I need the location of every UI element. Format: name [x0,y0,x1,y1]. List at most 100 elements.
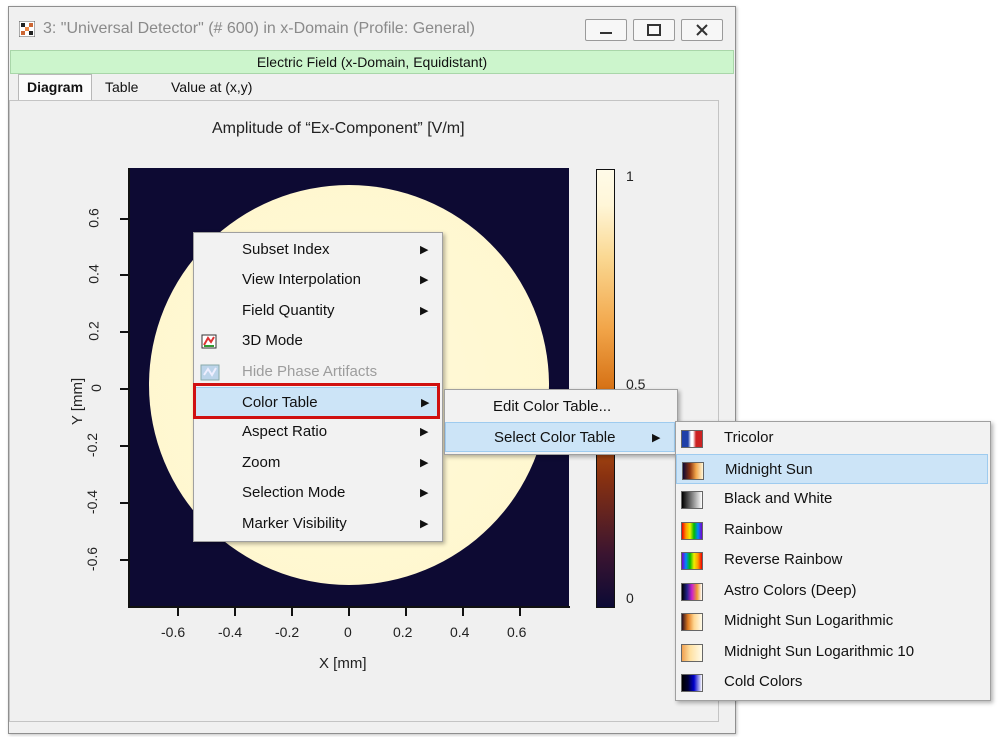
x-tick-label: 0 [344,624,352,640]
x-tick-mark [291,608,293,616]
color-table-option-midnight-sun-logarithmic[interactable]: Midnight Sun Logarithmic [676,606,988,636]
context-menu-item-subset-index[interactable]: Subset Index ▶ [194,235,440,265]
color-table-menu-item-label: Select Color Table [494,429,616,446]
tab-table-label: Table [105,79,139,95]
context-menu-item-3d-mode[interactable]: 3D Mode [194,326,440,356]
context-menu-item-view-interpolation[interactable]: View Interpolation ▶ [194,265,440,295]
y-tick-mark [120,559,128,561]
context-menu-item-label: 3D Mode [242,332,303,350]
midnight-sun-logarithmic-10-swatch-icon [681,643,703,662]
y-axis-line [128,168,130,608]
x-tick-mark [177,608,179,616]
window-title: 3: "Universal Detector" (# 600) in x-Dom… [43,20,475,37]
x-tick-mark [234,608,236,616]
y-tick-mark [120,218,128,220]
context-menu-item-label: Zoom [242,453,281,471]
annotation-highlight-box [193,383,440,419]
title-bar[interactable]: 3: "Universal Detector" (# 600) in x-Dom… [9,7,735,49]
field-subtitle: Electric Field (x-Domain, Equidistant) [10,50,734,74]
context-menu-item-label: Selection Mode [242,484,346,502]
x-tick-mark [519,608,521,616]
y-tick-mark [120,502,128,504]
color-table-option-label: Black and White [724,490,833,507]
y-axis-label: Y [mm] [69,377,87,426]
maximize-icon [647,24,661,36]
color-table-option-midnight-sun[interactable]: Midnight Sun [676,453,988,484]
x-tick-label: 0.6 [507,624,527,640]
color-table-option-label: Cold Colors [724,673,803,690]
colorbar-label-max: 1 [626,168,634,184]
y-tick-label: 0.6 [85,208,102,228]
submenu-arrow-icon: ▶ [420,304,429,317]
context-menu-item-label: View Interpolation [242,271,361,289]
tab-value-at-xy[interactable]: Value at (x,y) [163,74,260,100]
midnight-sun-swatch-icon [682,461,704,480]
y-tick-label: 0.4 [85,264,102,284]
colorbar-label-min: 0 [626,590,634,606]
color-table-option-label: Rainbow [724,520,783,538]
context-menu-item-aspect-ratio[interactable]: Aspect Ratio ▶ [194,417,440,447]
x-tick-label: 0.2 [393,624,413,640]
color-table-option-label: Midnight Sun Logarithmic 10 [724,642,915,660]
submenu-arrow-icon: ▶ [652,432,661,444]
phase-artifacts-icon [200,364,220,381]
y-tick-label: -0.4 [84,489,101,515]
context-menu-item-zoom[interactable]: Zoom ▶ [194,448,440,478]
tab-diagram[interactable]: Diagram [18,74,93,100]
astro-colors-deep-swatch-icon [681,582,703,601]
color-table-option-rainbow[interactable]: Rainbow [676,515,988,545]
y-tick-mark [120,331,128,333]
context-menu-item-selection-mode[interactable]: Selection Mode ▶ [194,478,440,508]
color-table-option-black-and-white[interactable]: Black and White [676,484,988,514]
color-table-option-label: Midnight Sun Logarithmic [724,612,894,629]
submenu-arrow-icon: ▶ [420,426,429,439]
context-menu-item-marker-visibility[interactable]: Marker Visibility ▶ [194,509,440,539]
color-table-option-midnight-sun-logarithmic-10[interactable]: Midnight Sun Logarithmic 10 [676,637,988,667]
midnight-sun-logarithmic-swatch-icon [681,613,703,631]
x-tick-mark [462,608,464,616]
x-tick-mark [405,608,407,616]
maximize-button[interactable] [633,19,675,41]
tab-table[interactable]: Table [97,74,146,100]
color-table-menu-item-label: Edit Color Table... [493,398,612,415]
color-table-option-astro-colors-deep[interactable]: Astro Colors (Deep) [676,576,988,606]
submenu-arrow-icon: ▶ [420,244,429,256]
select-color-table-submenu: Tricolor Midnight Sun Black and White Rainb… [675,421,991,701]
plot-title: Amplitude of “Ex-Component” [V/m] [212,120,465,137]
tab-value-label: Value at (x,y) [171,79,253,95]
y-tick-label: 0.2 [85,321,102,341]
submenu-arrow-icon: ▶ [420,456,429,469]
x-tick-mark [348,608,350,616]
x-tick-label: 0.4 [450,624,470,640]
close-icon [696,24,708,36]
tricolor-swatch-icon [681,430,703,448]
black-and-white-swatch-icon [681,491,703,509]
y-tick-mark [120,388,128,390]
cold-colors-swatch-icon [681,674,703,692]
color-table-menu-item-edit-color-table[interactable]: Edit Color Table... [445,392,675,422]
tab-diagram-label: Diagram [27,79,84,95]
context-menu-item-label: Marker Visibility [242,514,347,532]
color-table-menu-item-select-color-table[interactable]: Select Color Table ▶ [445,422,675,452]
color-table-option-tricolor[interactable]: Tricolor [676,423,988,453]
context-menu-item-label: Field Quantity [242,301,335,319]
x-tick-label: -0.6 [161,624,186,640]
rainbow-swatch-icon [681,521,703,540]
context-menu-item-field-quantity[interactable]: Field Quantity ▶ [194,296,440,326]
y-tick-mark [120,445,128,447]
context-menu-item-label: Subset Index [242,241,330,258]
minimize-button[interactable] [585,19,627,41]
y-tick-label: -0.6 [84,546,101,572]
close-button[interactable] [681,19,723,41]
color-table-option-cold-colors[interactable]: Cold Colors [676,667,988,697]
reverse-rainbow-swatch-icon [681,552,703,570]
color-table-option-reverse-rainbow[interactable]: Reverse Rainbow [676,545,988,575]
minimize-icon [600,32,612,34]
x-tick-label: -0.2 [275,624,300,640]
submenu-arrow-icon: ▶ [420,274,429,287]
submenu-arrow-icon: ▶ [420,487,429,500]
y-tick-mark [120,274,128,276]
context-menu-item-label: Aspect Ratio [242,423,328,441]
color-table-option-label: Midnight Sun [725,460,813,478]
submenu-arrow-icon: ▶ [420,517,429,530]
